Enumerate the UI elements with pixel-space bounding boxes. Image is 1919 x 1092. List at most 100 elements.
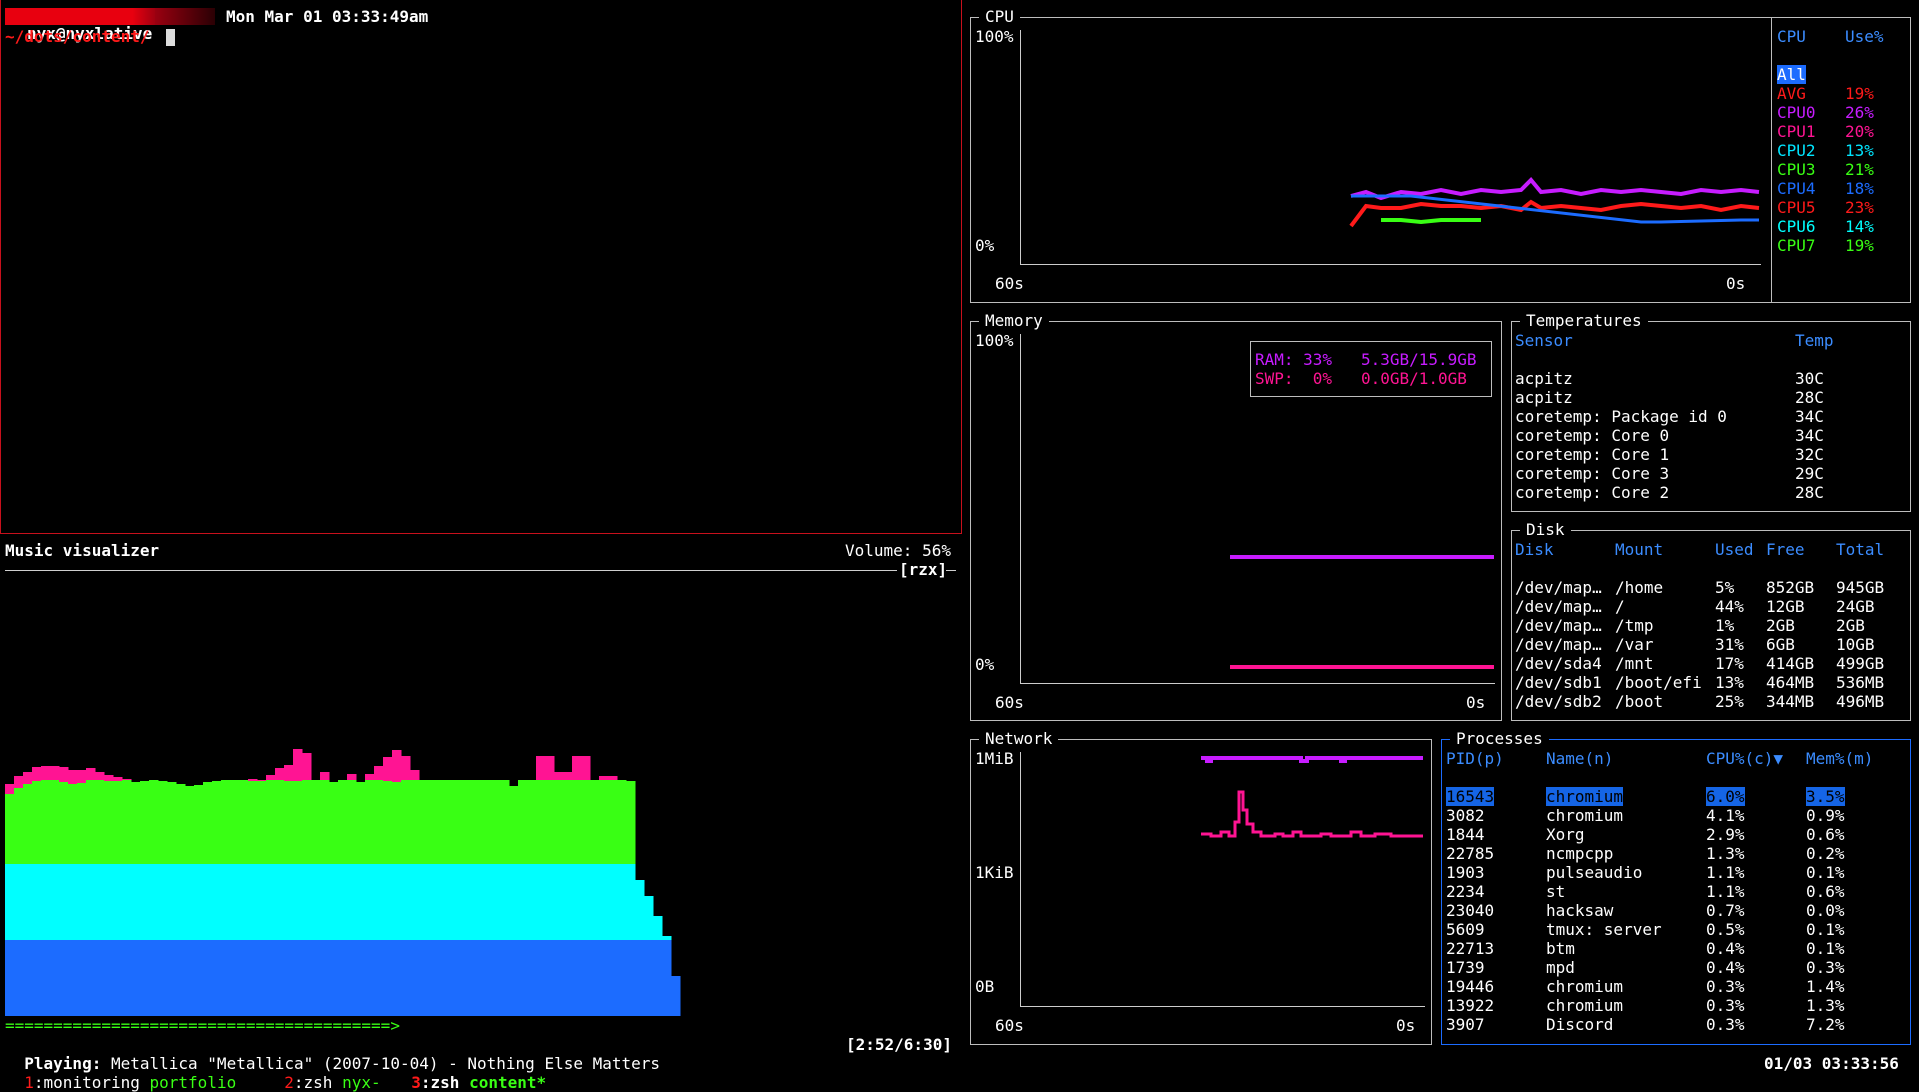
process-row[interactable]: 13922 chromium 0.3% 1.3% bbox=[1446, 996, 1906, 1015]
temp-value: 28C bbox=[1795, 388, 1824, 407]
temp-sensor: coretemp: Core 0 bbox=[1515, 426, 1670, 445]
visualizer-bar-pink bbox=[302, 753, 312, 780]
process-row[interactable]: 1844 Xorg 2.9% 0.6% bbox=[1446, 825, 1906, 844]
visualizer-bar-green bbox=[554, 780, 564, 864]
visualizer-bar-green bbox=[32, 781, 42, 864]
visualizer-bar-cyan bbox=[77, 864, 87, 940]
cpu-legend-row[interactable]: CPU5 23% bbox=[1777, 198, 1907, 217]
visualizer-bar-pink bbox=[374, 766, 384, 780]
process-row[interactable]: 23040 hacksaw 0.7% 0.0% bbox=[1446, 901, 1906, 920]
visualizer-bar-blue bbox=[203, 940, 213, 1016]
visualizer-bar-blue bbox=[23, 940, 33, 1016]
terminal-pane[interactable] bbox=[0, 0, 962, 534]
tmux-window-2[interactable]: 2:zsh nyx- bbox=[265, 1054, 380, 1092]
process-row[interactable]: 1739 mpd 0.4% 0.3% bbox=[1446, 958, 1906, 977]
network-y-top: 1MiB bbox=[975, 749, 1014, 768]
visualizer-bar-cyan bbox=[5, 864, 15, 940]
cpu-legend-name: CPU0 bbox=[1777, 103, 1816, 122]
visualizer-bar-blue bbox=[590, 940, 600, 1016]
visualizer-bar-cyan bbox=[392, 864, 402, 940]
network-tx-line bbox=[1201, 790, 1423, 838]
proc-cpu: 1.1% bbox=[1706, 863, 1745, 882]
cpu-legend-row[interactable]: CPU7 19% bbox=[1777, 236, 1907, 255]
temp-sensor: coretemp: Package id 0 bbox=[1515, 407, 1727, 426]
visualizer-bar-blue bbox=[329, 940, 339, 1016]
process-row[interactable]: 1903 pulseaudio 1.1% 0.1% bbox=[1446, 863, 1906, 882]
process-row[interactable]: 3907 Discord 0.3% 7.2% bbox=[1446, 1015, 1906, 1034]
visualizer-bar-blue bbox=[626, 940, 636, 1016]
cpu-legend-row[interactable]: All bbox=[1777, 65, 1907, 84]
proc-name: hacksaw bbox=[1546, 901, 1614, 920]
visualizer-bar-blue bbox=[212, 940, 222, 1016]
visualizer-bar-green bbox=[545, 780, 555, 864]
cpu-legend-row[interactable]: CPU2 13% bbox=[1777, 141, 1907, 160]
cpu-legend-row[interactable]: CPU1 20% bbox=[1777, 122, 1907, 141]
process-row[interactable]: 16543 chromium 6.0% 3.5% bbox=[1446, 787, 1906, 806]
proc-mem: 1.4% bbox=[1806, 977, 1845, 996]
proc-name: st bbox=[1546, 882, 1566, 901]
visualizer-bar-cyan bbox=[194, 864, 204, 940]
cpu-legend-name: CPU2 bbox=[1777, 141, 1816, 160]
visualizer-bar-cyan bbox=[257, 864, 267, 940]
process-row[interactable]: 19446 chromium 0.3% 1.4% bbox=[1446, 977, 1906, 996]
tmux-window-1[interactable]: 1:monitoring portfolio bbox=[5, 1054, 236, 1092]
visualizer-bar-blue bbox=[545, 940, 555, 1016]
swp-usage: SWP: 0% 0.0GB/1.0GB bbox=[1255, 369, 1467, 388]
proc-mem: 0.6% bbox=[1806, 882, 1845, 901]
prompt-user-host: nyx@nyxlative bbox=[5, 8, 155, 42]
visualizer-bar-blue bbox=[176, 940, 186, 1016]
proc-header-name[interactable]: Name(n) bbox=[1546, 749, 1613, 768]
cpu-legend-row[interactable]: CPU4 18% bbox=[1777, 179, 1907, 198]
visualizer-bar-pink bbox=[554, 772, 564, 780]
proc-header-pid[interactable]: PID(p) bbox=[1446, 749, 1504, 768]
cpu-legend-row[interactable]: CPU6 14% bbox=[1777, 217, 1907, 236]
visualizer-bar-cyan bbox=[266, 864, 276, 940]
visualizer-bar-cyan bbox=[284, 864, 294, 940]
disk-device: /dev/map… bbox=[1515, 635, 1602, 654]
visualizer-bar-blue bbox=[563, 940, 573, 1016]
visualizer-bar-cyan bbox=[95, 864, 105, 940]
cpu-legend-row[interactable]: AVG 19% bbox=[1777, 84, 1907, 103]
ram-line bbox=[1230, 555, 1494, 559]
process-row[interactable]: 2234 st 1.1% 0.6% bbox=[1446, 882, 1906, 901]
visualizer-bar-cyan bbox=[122, 864, 132, 940]
disk-mount: /mnt bbox=[1615, 654, 1654, 673]
process-row[interactable]: 22785 ncmpcpp 1.3% 0.2% bbox=[1446, 844, 1906, 863]
temp-header-sensor: Sensor bbox=[1515, 331, 1573, 350]
proc-mem: 7.2% bbox=[1806, 1015, 1845, 1034]
cpu-legend-name: CPU4 bbox=[1777, 179, 1816, 198]
tmux-window-3[interactable]: 3:zsh content* bbox=[392, 1054, 546, 1092]
visualizer-bar-pink bbox=[320, 772, 330, 780]
memory-x-right: 0s bbox=[1466, 693, 1486, 712]
cpu-legend-row[interactable]: CPU3 21% bbox=[1777, 160, 1907, 179]
visualizer-bar-blue bbox=[554, 940, 564, 1016]
proc-name: chromium bbox=[1546, 806, 1624, 825]
visualizer-bar-blue bbox=[482, 940, 492, 1016]
visualizer-bar-cyan bbox=[32, 864, 42, 940]
proc-header-mem[interactable]: Mem%(m) bbox=[1806, 749, 1873, 768]
visualizer-bar-blue bbox=[239, 940, 249, 1016]
process-row[interactable]: 5609 tmux: server 0.5% 0.1% bbox=[1446, 920, 1906, 939]
disk-device: /dev/sdb2 bbox=[1515, 692, 1602, 711]
visualizer-bar-green bbox=[491, 780, 501, 864]
network-graph bbox=[1201, 756, 1423, 838]
process-row[interactable]: 22713 btm 0.4% 0.1% bbox=[1446, 939, 1906, 958]
visualizer-bar-cyan bbox=[140, 864, 150, 940]
proc-pid: 1739 bbox=[1446, 958, 1485, 977]
cpu-legend-row[interactable]: CPU0 26% bbox=[1777, 103, 1907, 122]
proc-name: chromium bbox=[1546, 996, 1624, 1015]
visualizer-bar-blue bbox=[149, 940, 159, 1016]
visualizer-bar-cyan bbox=[212, 864, 222, 940]
visualizer-flags-tail bbox=[946, 570, 956, 571]
visualizer-bar-green bbox=[572, 780, 582, 864]
proc-cpu: 1.1% bbox=[1706, 882, 1745, 901]
visualizer-bar-blue bbox=[275, 940, 285, 1016]
cpu-x-left: 60s bbox=[995, 274, 1024, 293]
proc-header-cpu[interactable]: CPU%(c)▼ bbox=[1706, 749, 1783, 768]
visualizer-bar-cyan bbox=[131, 864, 141, 940]
visualizer-bar-pink bbox=[545, 756, 555, 780]
visualizer-bar-green bbox=[446, 780, 456, 864]
process-row[interactable]: 3082 chromium 4.1% 0.9% bbox=[1446, 806, 1906, 825]
visualizer-bar-cyan bbox=[527, 864, 537, 940]
visualizer-bar-green bbox=[410, 780, 420, 864]
